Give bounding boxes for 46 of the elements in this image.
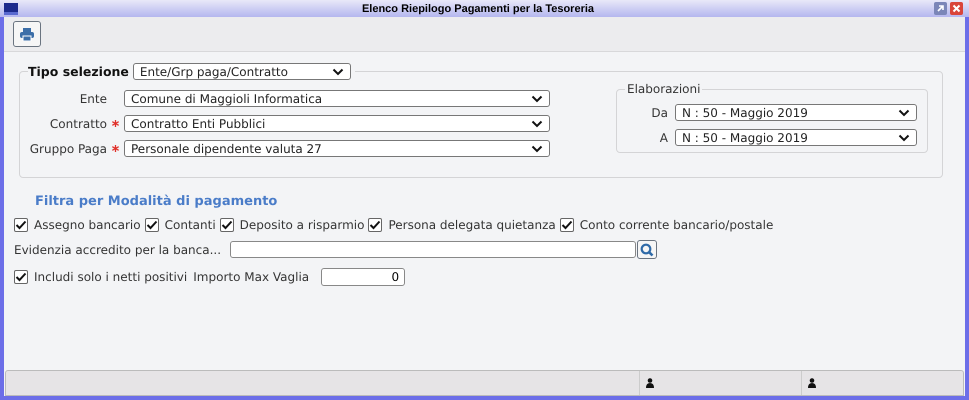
payment-method-checkbox[interactable]: Persona delegata quietanza — [368, 218, 556, 232]
field-label: Contratto — [48, 116, 107, 130]
payment-method-checkbox[interactable]: Conto corrente bancario/postale — [560, 218, 774, 232]
check-icon — [146, 220, 158, 230]
dropdown[interactable]: N : 50 - Maggio 2019 — [675, 129, 917, 146]
payment-method-checkbox[interactable]: Assegno bancario — [14, 218, 141, 232]
check-icon — [15, 220, 27, 230]
field-label: Ente — [78, 92, 107, 106]
selection-type-label: Tipo selezione — [28, 64, 129, 79]
app-icon — [4, 2, 18, 14]
check-icon — [560, 220, 573, 230]
printer-icon — [20, 28, 34, 40]
check-icon — [220, 220, 233, 230]
group-title: Elaborazioni — [625, 82, 702, 96]
chevron-down-icon — [898, 134, 910, 142]
chevron-down-icon — [531, 144, 543, 152]
user-icon — [808, 378, 817, 388]
dropdown[interactable]: N : 50 - Maggio 2019 — [675, 104, 917, 121]
field-label: Da — [651, 106, 668, 120]
search-icon — [640, 242, 654, 256]
search-button[interactable] — [637, 240, 657, 259]
chevron-down-icon — [531, 94, 543, 102]
positive-only-checkbox[interactable]: Includi solo i netti positivi — [14, 270, 188, 284]
check-icon — [15, 272, 27, 282]
selection-type-dropdown[interactable]: Ente/Grp paga/Contratto — [132, 63, 351, 80]
dropdown[interactable]: Personale dipendente valuta 27 — [124, 140, 550, 157]
dropdown[interactable]: Contratto Enti Pubblici — [124, 115, 550, 132]
payment-method-checkbox[interactable]: Deposito a risparmio — [220, 218, 364, 232]
field-label: A — [660, 130, 668, 144]
field-label: Importo Max Vaglia — [193, 270, 310, 284]
chevron-down-icon — [332, 68, 344, 76]
field-label: Evidenzia accredito per la banca... — [14, 242, 222, 256]
user-icon — [646, 378, 655, 388]
section-title: Filtra per Modalità di pagamento — [35, 194, 278, 209]
window-title: Elenco Riepilogo Pagamenti per la Tesoreria — [360, 2, 596, 14]
restore-button[interactable] — [934, 2, 947, 15]
bank-input-field[interactable] — [230, 241, 636, 258]
chevron-down-icon — [531, 120, 543, 128]
check-icon — [369, 220, 382, 230]
max-amount-input-field[interactable]: 0 — [321, 268, 406, 286]
dropdown[interactable]: Comune di Maggioli Informatica — [124, 90, 550, 107]
close-button[interactable] — [950, 2, 963, 15]
print-button[interactable] — [13, 21, 41, 47]
field-label: Gruppo Paga — [28, 142, 107, 156]
payment-method-checkbox[interactable]: Contanti — [144, 218, 216, 232]
chevron-down-icon — [898, 108, 910, 116]
